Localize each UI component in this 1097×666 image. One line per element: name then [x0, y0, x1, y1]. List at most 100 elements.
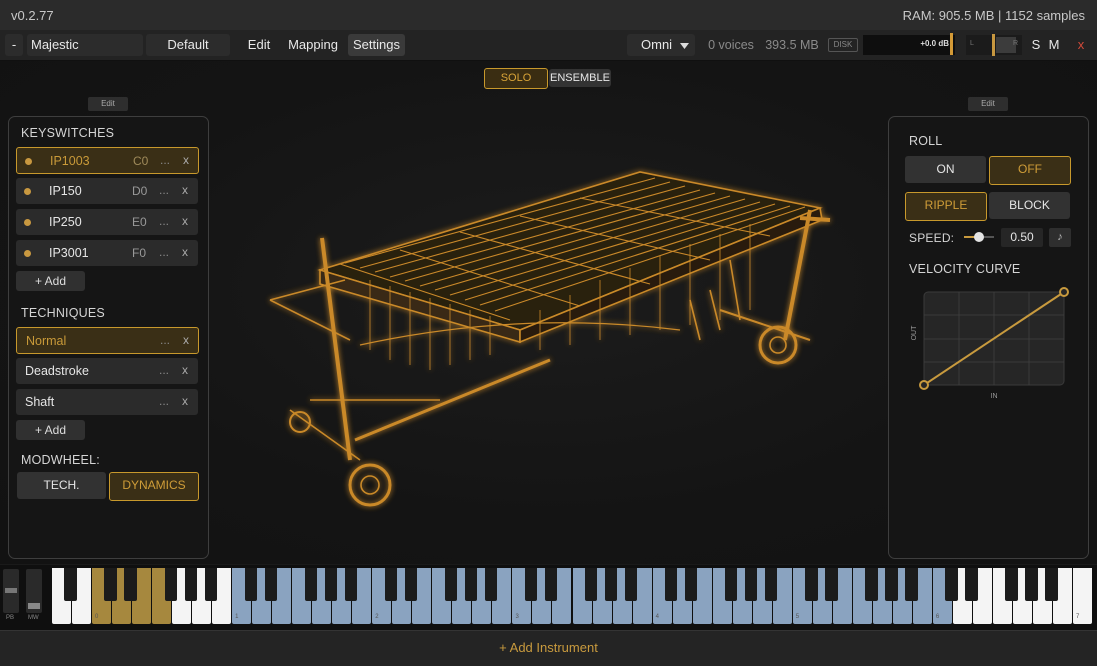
speed-slider[interactable] — [964, 232, 994, 242]
roll-off-button[interactable]: OFF — [989, 156, 1071, 185]
black-key[interactable] — [945, 568, 958, 601]
black-key[interactable] — [725, 568, 738, 601]
left-panel-edit-button[interactable]: Edit — [88, 97, 128, 111]
black-key[interactable] — [544, 568, 558, 601]
black-key[interactable] — [484, 568, 498, 601]
collapse-button[interactable]: - — [5, 34, 23, 56]
keyswitch-dot-icon — [24, 188, 31, 195]
keyswitch-remove-button[interactable]: x — [182, 183, 188, 197]
black-key[interactable] — [164, 568, 177, 601]
black-key[interactable] — [304, 568, 318, 601]
pan-right-label: R — [1012, 40, 1018, 47]
volume-handle[interactable] — [950, 33, 953, 55]
black-key[interactable] — [905, 568, 918, 601]
black-key[interactable] — [124, 568, 137, 601]
black-key[interactable] — [584, 568, 598, 601]
right-panel-edit-button[interactable]: Edit — [968, 97, 1008, 111]
mute-button[interactable]: M — [1047, 34, 1061, 56]
black-key[interactable] — [264, 568, 277, 601]
solo-button[interactable]: S — [1029, 34, 1043, 56]
black-key[interactable] — [64, 568, 77, 601]
tab-settings[interactable]: Settings — [348, 34, 405, 56]
black-key[interactable] — [825, 568, 838, 601]
black-key[interactable] — [1005, 568, 1018, 601]
close-instrument-button[interactable]: x — [1072, 34, 1090, 56]
black-key[interactable] — [404, 568, 418, 601]
modwheel-title: MODWHEEL: — [21, 453, 100, 467]
technique-more-button[interactable]: ... — [159, 363, 169, 377]
memory-usage: 393.5 MB — [765, 38, 819, 52]
octave-label: 3 — [515, 614, 519, 620]
roll-on-button[interactable]: ON — [905, 156, 986, 183]
modwheel-tech-button[interactable]: TECH. — [17, 472, 106, 499]
technique-remove-button[interactable]: x — [183, 333, 189, 347]
piano-keyboard[interactable]: 0 1 2 3 4 5 6 7 — [52, 568, 1093, 624]
add-keyswitch-button[interactable]: + Add — [16, 271, 85, 291]
modwheel-dynamics-button[interactable]: DYNAMICS — [109, 472, 199, 501]
note-sync-icon[interactable]: ♪ — [1049, 228, 1071, 247]
keyswitch-remove-button[interactable]: x — [182, 245, 188, 259]
instrument-name[interactable]: Majestic Synthetic… — [27, 34, 143, 74]
pitch-bend-wheel[interactable] — [3, 569, 19, 613]
black-key[interactable] — [204, 568, 217, 601]
ensemble-view-button[interactable]: ENSEMBLE — [549, 69, 611, 87]
technique-row[interactable]: Shaft ... x — [16, 389, 198, 415]
block-button[interactable]: BLOCK — [989, 192, 1070, 219]
mod-wheel[interactable] — [26, 569, 42, 613]
velocity-curve-editor[interactable]: IN OUT — [910, 285, 1070, 400]
tab-mapping[interactable]: Mapping — [282, 34, 344, 56]
mw-label: MW — [28, 615, 39, 621]
technique-remove-button[interactable]: x — [182, 363, 188, 377]
keyswitch-more-button[interactable]: ... — [159, 245, 169, 259]
solo-view-button[interactable]: SOLO — [484, 68, 548, 89]
keyswitch-more-button[interactable]: ... — [159, 183, 169, 197]
black-key[interactable] — [344, 568, 358, 601]
speed-knob[interactable] — [974, 232, 984, 242]
add-instrument-button[interactable]: + Add Instrument — [0, 640, 1097, 655]
keyswitch-note: E0 — [132, 215, 147, 229]
technique-row[interactable]: Normal ... x — [16, 327, 199, 354]
black-key[interactable] — [104, 568, 117, 601]
ripple-button[interactable]: RIPPLE — [905, 192, 987, 221]
black-key[interactable] — [184, 568, 197, 601]
technique-more-button[interactable]: ... — [159, 394, 169, 408]
technique-more-button[interactable]: ... — [160, 333, 170, 347]
black-key[interactable] — [624, 568, 638, 601]
black-key[interactable] — [745, 568, 758, 601]
black-key[interactable] — [464, 568, 478, 601]
pan-handle[interactable] — [992, 34, 995, 56]
keyswitch-row[interactable]: IP1003 C0 ... x — [16, 147, 199, 174]
tab-edit[interactable]: Edit — [242, 34, 276, 56]
black-key[interactable] — [524, 568, 538, 601]
keyswitch-more-button[interactable]: ... — [160, 153, 170, 167]
black-key[interactable] — [1045, 568, 1058, 601]
preset-name[interactable]: Default — [146, 34, 230, 56]
technique-remove-button[interactable]: x — [182, 394, 188, 408]
black-key[interactable] — [384, 568, 398, 601]
black-key[interactable] — [685, 568, 698, 601]
midi-channel-select[interactable]: Omni — [627, 34, 695, 56]
black-key[interactable] — [865, 568, 878, 601]
black-key[interactable] — [324, 568, 338, 601]
keyswitch-row[interactable]: IP250 E0 ... x — [16, 209, 198, 235]
octave-label: 5 — [795, 614, 800, 620]
technique-row[interactable]: Deadstroke ... x — [16, 358, 198, 384]
black-key[interactable] — [664, 568, 678, 601]
black-key[interactable] — [885, 568, 898, 601]
keyswitch-row[interactable]: IP3001 F0 ... x — [16, 240, 198, 266]
black-key[interactable] — [765, 568, 778, 601]
add-technique-button[interactable]: + Add — [16, 420, 85, 440]
roll-title: ROLL — [909, 134, 943, 148]
black-key[interactable] — [1025, 568, 1038, 601]
black-key[interactable] — [244, 568, 257, 601]
keyswitch-row[interactable]: IP150 D0 ... x — [16, 178, 198, 204]
speed-value[interactable]: 0.50 — [1001, 228, 1043, 247]
black-key[interactable] — [444, 568, 458, 601]
keyswitch-more-button[interactable]: ... — [159, 214, 169, 228]
keyswitch-remove-button[interactable]: x — [183, 153, 189, 167]
black-key[interactable] — [805, 568, 818, 601]
black-key[interactable] — [604, 568, 618, 601]
keyswitch-remove-button[interactable]: x — [182, 214, 188, 228]
technique-name: Deadstroke — [25, 364, 89, 378]
black-key[interactable] — [965, 568, 978, 601]
